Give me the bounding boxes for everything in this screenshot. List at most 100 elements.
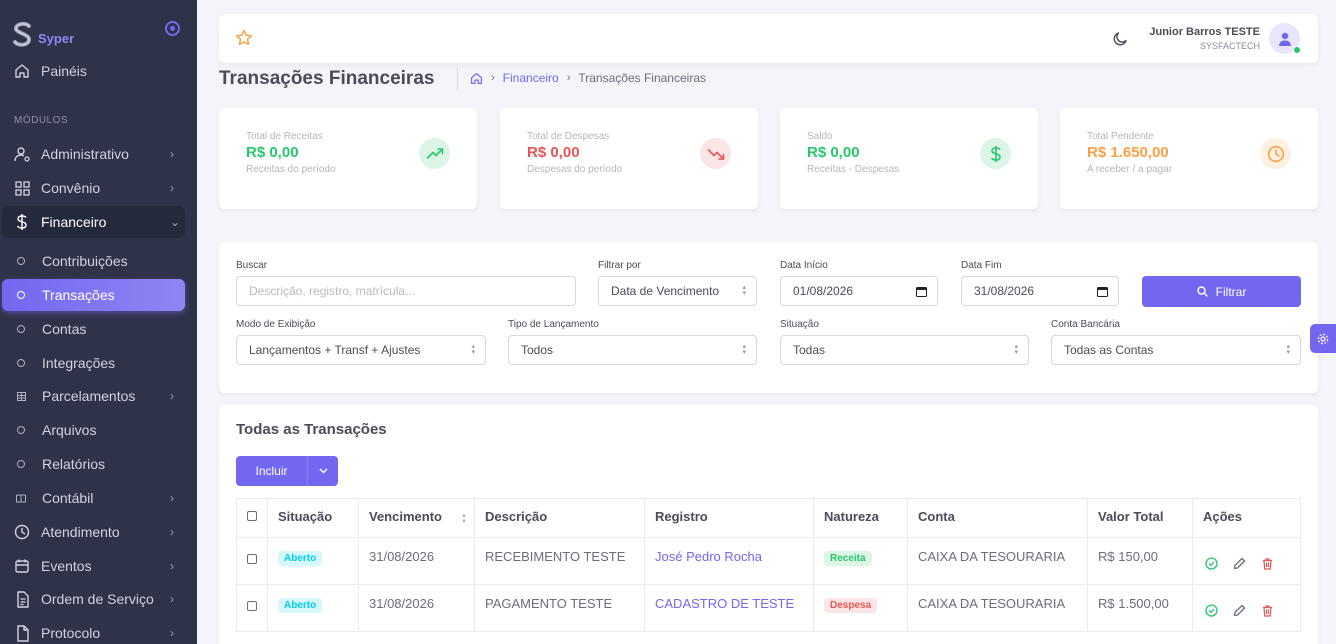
sidebar-item-convenio[interactable]: Convênio ›	[0, 172, 197, 204]
sidebar-item-transacoes[interactable]: Transações	[2, 279, 185, 311]
table-header-row: Situação Vencimento ▲ ▼ Descrição Registro…	[236, 498, 1301, 538]
select-value: Lançamentos + Transf + Ajustes	[249, 343, 421, 357]
column-header-descricao[interactable]: Descrição	[474, 498, 645, 538]
breadcrumb-link-financeiro[interactable]: Financeiro	[503, 71, 559, 85]
edit-icon[interactable]	[1231, 602, 1247, 618]
trash-icon[interactable]	[1259, 602, 1275, 618]
sidebar-item-eventos[interactable]: Eventos ›	[0, 550, 197, 582]
status-badge: Aberto	[278, 551, 323, 566]
transactions-card: Todas as Transações Incluir Situação Ven…	[219, 405, 1318, 644]
stat-subtitle: Despesas do período	[527, 164, 623, 175]
row-checkbox[interactable]	[247, 554, 257, 564]
home-icon[interactable]	[470, 72, 483, 85]
description-cell: PAGAMENTO TESTE	[474, 584, 645, 632]
sidebar-item-label: Relatórios	[42, 456, 106, 472]
circle-icon	[16, 358, 26, 368]
description-cell: RECEBIMENTO TESTE	[474, 537, 645, 585]
sidebar-item-contabil[interactable]: Contábil ›	[0, 482, 197, 514]
sidebar-item-relatorios[interactable]: Relatórios	[0, 448, 197, 480]
stat-subtitle: Receitas - Despesas	[807, 164, 900, 175]
stat-card-saldo: Saldo R$ 0,00 Receitas - Despesas	[780, 108, 1038, 209]
registry-cell: José Pedro Rocha	[644, 537, 814, 585]
filter-button[interactable]: Filtrar	[1142, 276, 1301, 307]
filter-by-select[interactable]: Data de Vencimento ▴ ▾	[598, 276, 757, 306]
sidebar-item-atendimento[interactable]: Atendimento ›	[0, 516, 197, 548]
sidebar-item-integracoes[interactable]: Integrações	[0, 347, 197, 379]
status-select[interactable]: Todas ▴ ▾	[780, 335, 1029, 365]
row-checkbox[interactable]	[247, 601, 257, 611]
sidebar-item-contribuicoes[interactable]: Contribuições	[0, 245, 197, 277]
sidebar-item-label: Contas	[42, 321, 87, 337]
sidebar-item-ordem-de-servico[interactable]: Ordem de Serviço ›	[0, 583, 197, 615]
syper-logo-icon	[12, 21, 34, 49]
stat-label: Saldo	[807, 131, 833, 142]
due-date-cell: 31/08/2026	[358, 584, 475, 632]
add-dropdown-button[interactable]	[307, 456, 338, 486]
select-arrows-icon: ▴ ▾	[742, 343, 746, 356]
select-all-checkbox[interactable]	[247, 511, 257, 521]
sidebar-item-financeiro[interactable]: Financeiro ⌄	[2, 206, 185, 238]
column-header-natureza[interactable]: Natureza	[813, 498, 908, 538]
trash-icon[interactable]	[1259, 555, 1275, 571]
clock-icon	[13, 523, 31, 541]
search-input[interactable]: Descrição, registro, matrícula...	[236, 276, 576, 306]
registry-cell: CADASTRO DE TESTE	[644, 584, 814, 632]
sidebar-item-parcelamentos[interactable]: Parcelamentos ›	[0, 380, 197, 412]
stat-value: R$ 0,00	[246, 144, 299, 161]
total-cell: R$ 1.500,00	[1087, 584, 1193, 632]
dollar-icon	[980, 138, 1011, 169]
date-value: 01/08/2026	[793, 284, 854, 298]
brand[interactable]: Syper	[12, 20, 74, 50]
sidebar-item-label: Protocolo	[41, 625, 101, 641]
sidebar-item-label: Transações	[42, 287, 115, 303]
select-value: Todas	[793, 343, 826, 357]
check-circle-icon[interactable]	[1203, 555, 1219, 571]
user-organization: SYSFACTECH	[1199, 41, 1260, 51]
chevron-right-icon: ›	[170, 626, 174, 640]
calendar-icon[interactable]	[916, 286, 927, 297]
stat-label: Total de Despesas	[527, 131, 610, 142]
sidebar-item-contas[interactable]: Contas	[0, 313, 197, 345]
status-cell: Aberto	[267, 537, 359, 585]
mode-select[interactable]: Lançamentos + Transf + Ajustes ▴ ▾	[236, 335, 486, 365]
brand-name: Syper	[38, 30, 75, 46]
sidebar-item-protocolo[interactable]: Protocolo ›	[0, 617, 197, 644]
sidebar-item-arquivos[interactable]: Arquivos	[0, 414, 197, 446]
online-status-dot	[1293, 46, 1301, 54]
chevron-right-icon: ›	[170, 559, 174, 573]
column-header-registro[interactable]: Registro	[644, 498, 814, 538]
add-button[interactable]: Incluir	[236, 456, 307, 486]
registry-link[interactable]: José Pedro Rocha	[655, 549, 762, 564]
stat-card-despesas: Total de Despesas R$ 0,00 Despesas do pe…	[500, 108, 758, 209]
calendar-icon[interactable]	[1097, 286, 1108, 297]
avatar[interactable]	[1269, 23, 1301, 54]
star-icon[interactable]	[235, 29, 253, 47]
dollar-icon	[13, 213, 31, 231]
start-date-input[interactable]: 01/08/2026	[780, 276, 938, 306]
check-circle-icon[interactable]	[1203, 602, 1219, 618]
circle-icon	[16, 459, 26, 469]
end-date-input[interactable]: 31/08/2026	[961, 276, 1119, 306]
account-cell: CAIXA DA TESOURARIA	[907, 584, 1088, 632]
customizer-gear-button[interactable]	[1310, 324, 1336, 353]
column-header-conta[interactable]: Conta	[907, 498, 1088, 538]
registry-link[interactable]: CADASTRO DE TESTE	[655, 596, 794, 611]
user-name: Junior Barros TESTE	[1149, 26, 1260, 38]
select-value: Data de Vencimento	[611, 284, 720, 298]
column-header-vencimento[interactable]: Vencimento ▲ ▼	[358, 498, 475, 538]
column-header-situacao[interactable]: Situação	[267, 498, 359, 538]
sidebar-item-label: Atendimento	[41, 524, 120, 540]
account-select[interactable]: Todas as Contas ▴ ▾	[1051, 335, 1301, 365]
chevron-right-icon: ›	[170, 592, 174, 606]
stat-subtitle: Receitas do período	[246, 164, 336, 175]
select-value: Todos	[521, 343, 554, 357]
nature-cell: Despesa	[813, 584, 908, 632]
stat-card-receitas: Total de Receitas R$ 0,00 Receitas do pe…	[219, 108, 477, 209]
sidebar-toggle-icon[interactable]	[165, 21, 180, 36]
sidebar-item-administrativo[interactable]: Administrativo ›	[0, 138, 197, 170]
edit-icon[interactable]	[1231, 555, 1247, 571]
moon-icon[interactable]	[1112, 30, 1129, 47]
column-header-valor-total[interactable]: Valor Total	[1087, 498, 1193, 538]
type-select[interactable]: Todos ▴ ▾	[508, 335, 757, 365]
sidebar-item-paineis[interactable]: Painéis	[0, 55, 197, 87]
